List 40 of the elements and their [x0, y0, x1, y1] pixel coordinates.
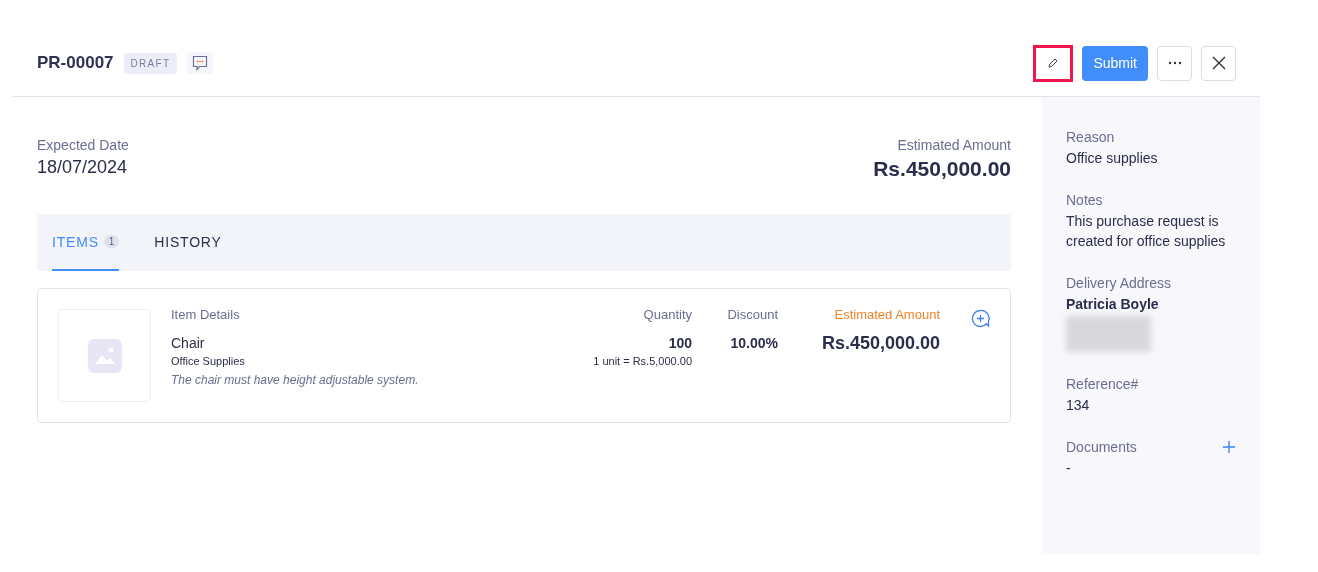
item-name: Chair [171, 335, 206, 351]
column-header: Estimated Amount [833, 307, 940, 322]
item-note: The chair must have height adjustable system. [171, 373, 420, 387]
date-label: Expected Date [37, 137, 129, 153]
field-value: Patricia Boyle [1066, 295, 1160, 314]
column-header: Item Details [171, 307, 241, 322]
add-comment-icon[interactable] [971, 309, 990, 328]
field-value: - [1066, 459, 1072, 478]
submit-button[interactable]: Submit [1082, 45, 1148, 81]
quantity: 100 [667, 335, 692, 351]
tab[interactable]: HISTORY [154, 214, 222, 271]
expected-date: 18/07/2024 [37, 157, 129, 178]
column-header: Quantity [642, 307, 692, 322]
status-badge: DRAFT [123, 52, 178, 74]
image-icon [87, 338, 122, 373]
close-icon [1211, 56, 1226, 70]
close-button[interactable] [1201, 45, 1236, 81]
document-title: PR-00007 [37, 53, 114, 73]
field-label: Delivery Address [1066, 275, 1172, 291]
estimated-amount: Rs.450,000.00 [873, 157, 1011, 181]
add-icon[interactable] [1222, 440, 1236, 454]
field-label: Reference# [1066, 376, 1139, 392]
discount: 10.00% [729, 335, 778, 351]
item-amount: Rs.450,000.00 [820, 333, 940, 354]
comment-icon[interactable] [187, 52, 214, 74]
field-value: 134 [1066, 396, 1091, 415]
unit-price: 1 unit = Rs.5,000.00 [592, 355, 692, 367]
pencil-icon [1047, 57, 1060, 69]
edit-button[interactable] [1033, 44, 1074, 82]
tab[interactable]: ITEMS 1 [52, 214, 120, 271]
field-label: Documents [1066, 439, 1137, 455]
count-badge: 1 [103, 235, 120, 248]
column-header: Discount [726, 307, 778, 322]
amount-label: Estimated Amount [896, 137, 1011, 153]
field-value: This purchase request is created for office supplies [1066, 212, 1227, 251]
field-label: Notes [1066, 192, 1103, 208]
more-icon [1167, 61, 1182, 65]
field-label: Reason [1066, 129, 1115, 145]
item-category: Office Supplies [171, 355, 246, 367]
field-value: Office supplies [1066, 149, 1159, 168]
